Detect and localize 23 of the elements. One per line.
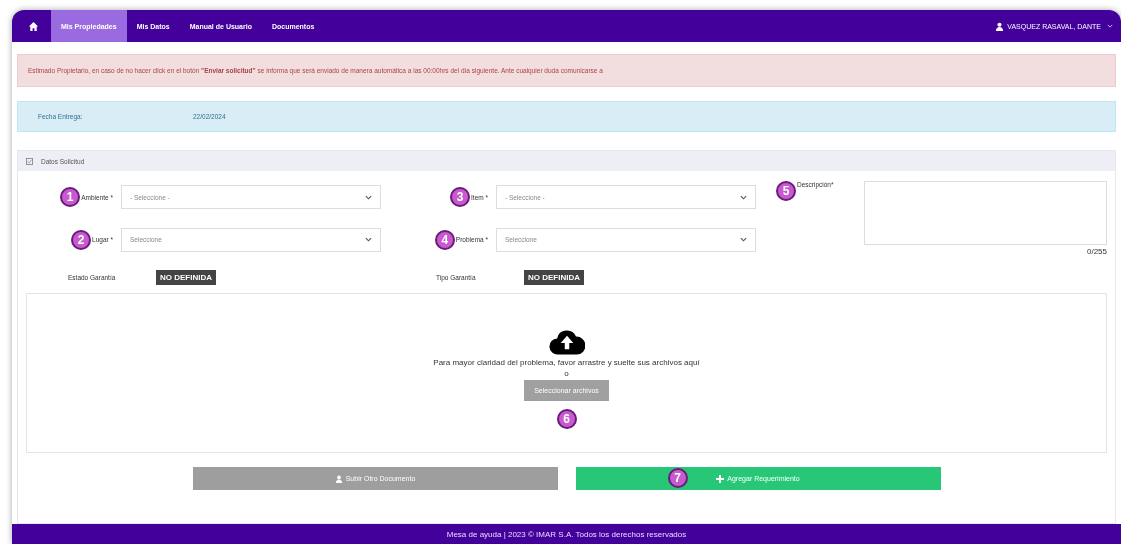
step-marker: 5 [776,181,796,201]
chevron-down-icon [740,194,747,200]
footer-text: Mesa de ayuda | 2023 © IMAR S.A. Todos los derechos reservados [446,529,687,539]
plus-icon [716,474,725,483]
user-icon [995,21,1005,31]
checkbox-icon [26,157,33,165]
chevron-down-icon [365,194,372,200]
step-marker: 3 [450,187,470,208]
chevron-down-icon [365,237,372,243]
separator-text: o [564,369,569,378]
char-counter: 0/255 [1086,247,1107,256]
dropzone-hint: Para mayor claridad del problema, favor arrastre y suelte sus archivos aquí [433,358,700,367]
status-badge: NO DEFINIDA [156,270,216,285]
step-marker: 4 [434,229,455,250]
step-marker: 1 [60,187,81,208]
chevron-down-icon [740,237,747,243]
status-badge: NO DEFINIDA [524,270,584,285]
description-field[interactable] [864,181,1107,245]
caret-icon [1107,24,1113,28]
step-marker: 2 [71,229,92,250]
cloud-upload-icon [548,328,585,356]
home-icon[interactable] [28,20,39,32]
step-marker: 6 [556,409,577,429]
